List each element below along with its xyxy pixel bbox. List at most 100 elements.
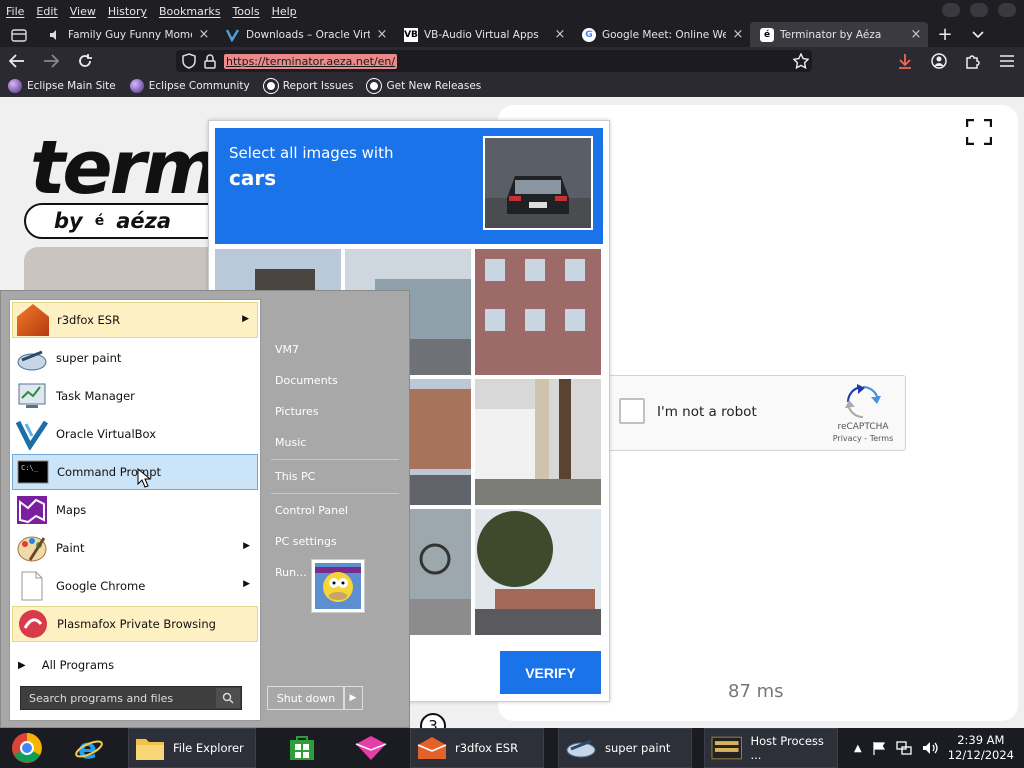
- hamburger-icon: [1000, 55, 1014, 67]
- program-maps[interactable]: Maps: [12, 492, 258, 528]
- captcha-tile[interactable]: [475, 249, 601, 375]
- internet-explorer-icon: e: [75, 733, 103, 763]
- forward-button[interactable]: [34, 47, 68, 75]
- captcha-tile[interactable]: [475, 509, 601, 635]
- menu-view[interactable]: View: [70, 5, 96, 18]
- taskbar-super-paint[interactable]: super paint: [558, 728, 692, 768]
- all-programs-button[interactable]: ▶ All Programs: [18, 658, 114, 672]
- place-pc-settings[interactable]: PC settings: [275, 535, 337, 548]
- program-plasmafox-private[interactable]: Plasmafox Private Browsing: [12, 606, 258, 642]
- close-tab-icon[interactable]: ×: [376, 27, 388, 42]
- tab-google-meet[interactable]: G Google Meet: Online Web a ×: [572, 22, 750, 47]
- place-pictures[interactable]: Pictures: [275, 405, 319, 418]
- extensions-button[interactable]: [956, 47, 990, 75]
- minimize-button[interactable]: [942, 3, 960, 17]
- bookmark-report-issues[interactable]: Report Issues: [263, 79, 353, 93]
- taskbar: e File Explorer r3dfox ESR super paint H…: [0, 728, 1024, 768]
- all-programs-label: All Programs: [41, 658, 115, 672]
- privacy-link[interactable]: Privacy: [833, 434, 862, 443]
- new-tab-button[interactable]: +: [928, 22, 962, 47]
- taskbar-r3dfox[interactable]: r3dfox ESR: [410, 728, 544, 768]
- store-button[interactable]: [282, 728, 322, 768]
- menu-help[interactable]: Help: [272, 5, 297, 18]
- place-run[interactable]: Run...: [275, 566, 307, 579]
- bookmark-label: Get New Releases: [386, 80, 482, 92]
- fullscreen-icon[interactable]: [966, 119, 992, 145]
- place-this-pc[interactable]: This PC: [275, 470, 315, 483]
- recaptcha-logo-icon: [845, 384, 881, 419]
- url-text[interactable]: https://terminator.aeza.net/en/: [224, 53, 398, 69]
- downloads-button[interactable]: [888, 47, 922, 75]
- tab-terminator[interactable]: é Terminator by Aéza ×: [750, 22, 928, 47]
- bookmark-eclipse-main[interactable]: Eclipse Main Site: [8, 79, 116, 93]
- google-icon: G: [582, 27, 596, 42]
- menu-file[interactable]: File: [6, 5, 24, 18]
- firefox-view-icon[interactable]: [0, 22, 38, 47]
- place-control-panel[interactable]: Control Panel: [275, 504, 348, 517]
- menu-tools[interactable]: Tools: [232, 5, 259, 18]
- captcha-tile[interactable]: [475, 379, 601, 505]
- taskbar-host-process[interactable]: Host Process ...: [704, 728, 838, 768]
- account-icon: [931, 53, 947, 69]
- program-r3dfox[interactable]: r3dfox ESR ▶: [12, 302, 258, 338]
- close-tab-icon[interactable]: ×: [910, 27, 922, 42]
- program-task-manager[interactable]: Task Manager: [12, 378, 258, 414]
- start-button[interactable]: [6, 728, 50, 768]
- network-icon[interactable]: [896, 741, 912, 755]
- bookmark-eclipse-community[interactable]: Eclipse Community: [129, 79, 250, 93]
- shutdown-button[interactable]: Shut down: [267, 686, 345, 710]
- back-button[interactable]: [0, 47, 34, 75]
- shutdown-options-arrow-icon[interactable]: ▶: [343, 686, 363, 710]
- internet-explorer-button[interactable]: e: [68, 728, 112, 768]
- verify-button[interactable]: VERIFY: [500, 651, 601, 694]
- maximize-button[interactable]: [970, 3, 988, 17]
- clock-time: 2:39 AM: [957, 733, 1005, 747]
- program-command-prompt[interactable]: C:\_ Command Prompt: [12, 454, 258, 490]
- captcha-header: Select all images with cars: [215, 128, 603, 244]
- menu-history[interactable]: History: [108, 5, 147, 18]
- tab-downloads-virtualbox[interactable]: Downloads – Oracle Virtual ×: [216, 22, 394, 47]
- show-hidden-icons-chevron-icon[interactable]: ▲: [854, 743, 862, 754]
- place-vm7[interactable]: VM7: [275, 343, 299, 356]
- clock[interactable]: 2:39 AM 12/12/2024: [948, 733, 1014, 763]
- shield-icon[interactable]: [182, 53, 196, 69]
- close-tab-icon[interactable]: ×: [198, 27, 210, 42]
- action-center-flag-icon[interactable]: [872, 741, 886, 755]
- place-music[interactable]: Music: [275, 436, 306, 449]
- volume-icon[interactable]: [922, 741, 938, 755]
- account-button[interactable]: [922, 47, 956, 75]
- menu-bookmarks[interactable]: Bookmarks: [159, 5, 220, 18]
- reload-button[interactable]: [68, 47, 102, 75]
- tab-vb-audio[interactable]: VB VB-Audio Virtual Apps ×: [394, 22, 572, 47]
- store-icon: [290, 736, 314, 760]
- tab-family-guy[interactable]: Family Guy Funny Moment ×: [38, 22, 216, 47]
- program-google-chrome[interactable]: Google Chrome ▶: [12, 568, 258, 604]
- program-virtualbox[interactable]: Oracle VirtualBox: [12, 416, 258, 452]
- url-bar[interactable]: https://terminator.aeza.net/en/: [176, 50, 812, 72]
- start-menu: r3dfox ESR ▶ super paint Task Manager Or…: [0, 290, 410, 728]
- bookmark-star-button[interactable]: [784, 47, 818, 75]
- app-menu-button[interactable]: [990, 47, 1024, 75]
- program-paint[interactable]: Paint ▶: [12, 530, 258, 566]
- menu-edit[interactable]: Edit: [36, 5, 57, 18]
- forward-arrow-icon: [44, 54, 59, 68]
- plasmafox-icon: [17, 608, 49, 640]
- menu-divider: [271, 493, 399, 494]
- close-tab-icon[interactable]: ×: [732, 27, 744, 42]
- program-super-paint[interactable]: super paint: [12, 340, 258, 376]
- user-avatar[interactable]: [311, 559, 365, 613]
- taskbar-file-explorer[interactable]: File Explorer: [128, 728, 256, 768]
- plasmafox-button[interactable]: [348, 728, 392, 768]
- place-documents[interactable]: Documents: [275, 374, 338, 387]
- search-icon[interactable]: [216, 688, 240, 708]
- bookmark-get-new-releases[interactable]: Get New Releases: [367, 79, 481, 93]
- tab-label: Google Meet: Online Web a: [602, 28, 726, 41]
- terms-link[interactable]: Terms: [870, 434, 894, 443]
- close-tab-icon[interactable]: ×: [554, 27, 566, 42]
- list-tabs-button[interactable]: [962, 22, 994, 47]
- recaptcha-brand: reCAPTCHA: [837, 422, 889, 432]
- start-search-input[interactable]: Search programs and files: [20, 686, 242, 710]
- lock-icon[interactable]: [204, 53, 216, 69]
- close-window-button[interactable]: [998, 3, 1016, 17]
- recaptcha-checkbox[interactable]: [619, 398, 645, 424]
